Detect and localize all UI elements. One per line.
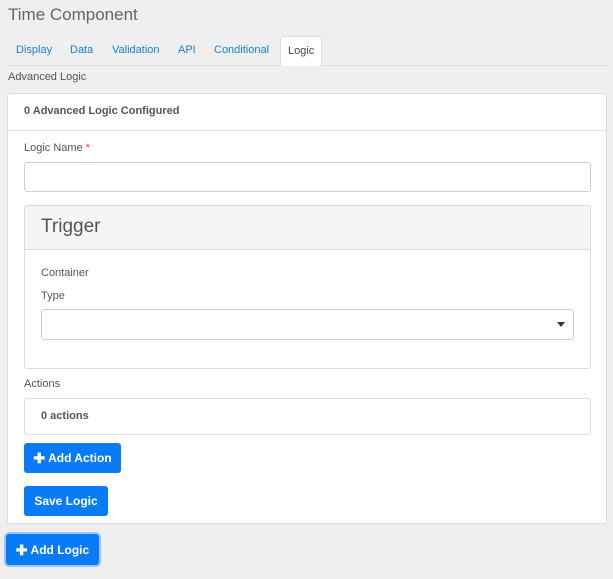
add-logic-button[interactable]: ✚ Add Logic [6,534,99,565]
type-label: Type [41,290,65,302]
logic-name-label: Logic Name * [24,142,90,154]
plus-icon: ✚ [15,541,28,558]
section-label: Advanced Logic [8,71,87,83]
add-action-label: Add Action [48,451,112,465]
save-logic-button[interactable]: Save Logic [24,486,108,516]
add-action-button[interactable]: ✚ Add Action [24,443,121,473]
add-logic-label: Add Logic [30,542,90,557]
save-logic-label: Save Logic [34,494,98,508]
advanced-logic-panel: 0 Advanced Logic Configured Logic Name *… [7,93,607,524]
logic-name-input[interactable] [24,162,591,192]
tab-bar: Display Data Validation API Conditional … [7,36,608,66]
tab-validation[interactable]: Validation [112,36,160,65]
tab-data[interactable]: Data [70,36,93,65]
tab-conditional[interactable]: Conditional [214,36,269,65]
tab-api[interactable]: API [178,36,196,65]
actions-list: 0 actions [24,398,591,435]
panel-header: 0 Advanced Logic Configured [8,94,606,131]
type-select[interactable] [41,309,574,340]
trigger-title: Trigger [25,206,590,250]
page-title: Time Component [8,5,138,24]
tab-display[interactable]: Display [16,36,52,65]
tab-logic[interactable]: Logic [280,36,323,66]
plus-icon: ✚ [33,450,46,466]
chevron-down-icon [557,322,565,327]
required-mark: * [85,142,91,154]
actions-label: Actions [24,378,61,390]
trigger-panel: Trigger Container Type [24,205,591,369]
container-label: Container [41,267,89,279]
actions-count: 0 actions [41,410,89,422]
logic-name-label-text: Logic Name [24,142,83,154]
